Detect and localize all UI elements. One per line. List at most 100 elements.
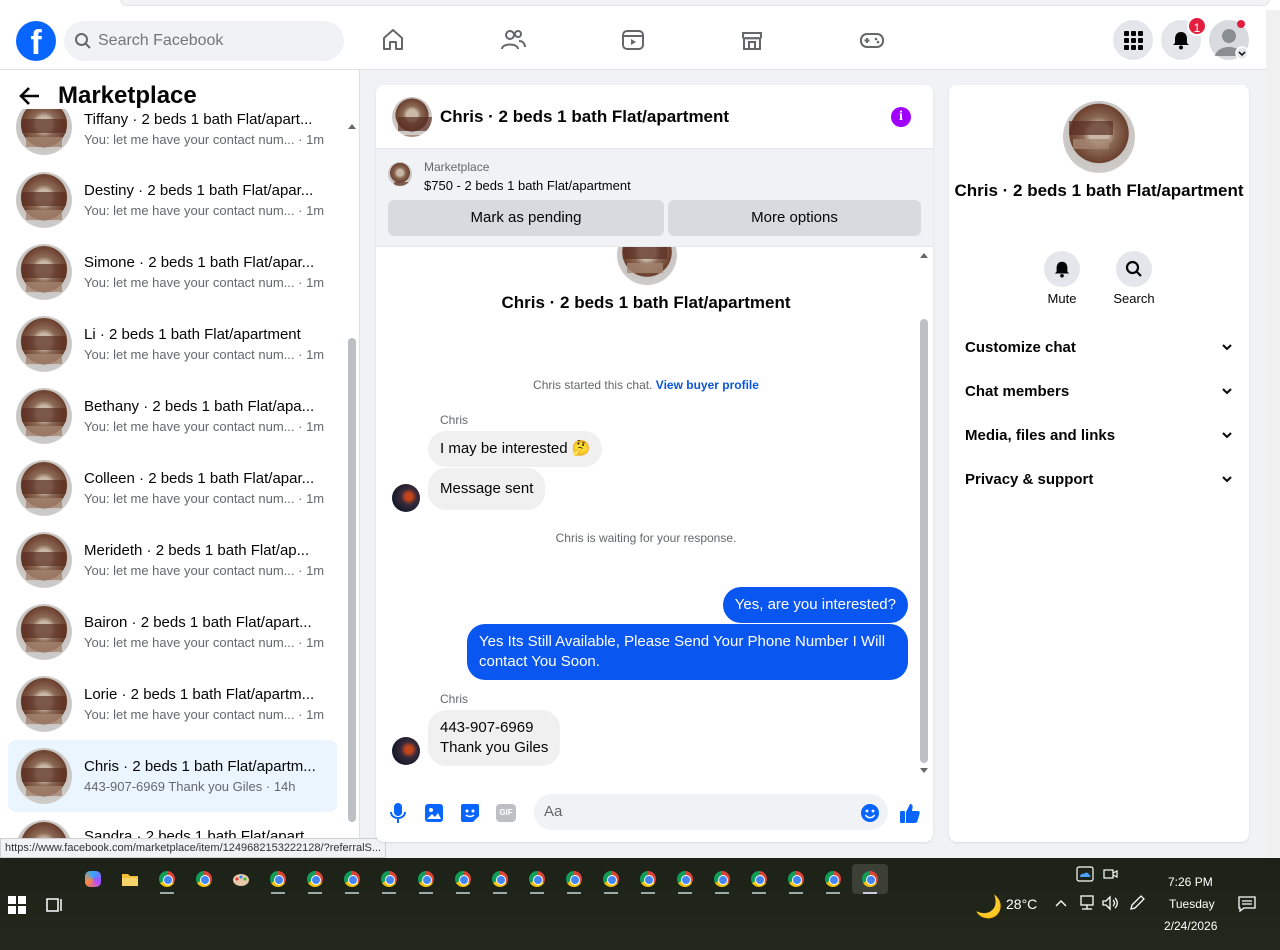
message-input[interactable]: Aa — [534, 794, 888, 830]
chrome-icon[interactable] — [485, 864, 515, 894]
clock-time[interactable]: 7:26 PM — [1168, 875, 1213, 889]
chrome-icon[interactable] — [744, 864, 774, 894]
conversation-item[interactable]: Merideth · 2 beds 1 bath Flat/ap... You: … — [8, 524, 337, 596]
moon-weather-icon[interactable]: 🌙 — [975, 894, 1002, 920]
gif-icon[interactable]: GIF — [494, 801, 518, 825]
sender-avatar[interactable] — [392, 737, 420, 765]
address-bar[interactable] — [120, 0, 1270, 6]
marketplace-icon[interactable] — [738, 26, 766, 54]
facebook-logo-icon[interactable]: f — [16, 21, 56, 61]
back-arrow-icon[interactable] — [18, 84, 42, 108]
chrome-icon[interactable] — [596, 864, 626, 894]
chrome-icon-active[interactable] — [852, 864, 888, 894]
chat-scrollbar[interactable] — [919, 253, 929, 775]
chrome-icon[interactable] — [633, 864, 663, 894]
conversation-item[interactable]: Lorie · 2 beds 1 bath Flat/apartm... You:… — [8, 668, 337, 740]
incoming-message[interactable]: I may be interested 🤔 — [428, 431, 603, 467]
conversation-item[interactable]: Destiny · 2 beds 1 bath Flat/apar... You:… — [8, 164, 337, 236]
search-input[interactable] — [98, 32, 318, 50]
copilot-icon[interactable] — [78, 864, 108, 894]
clock-date[interactable]: 2/24/2026 — [1164, 919, 1217, 933]
network-icon[interactable] — [1078, 895, 1096, 911]
sticker-icon[interactable] — [458, 801, 482, 825]
emoji-icon[interactable] — [858, 801, 882, 825]
pen-icon[interactable] — [1128, 895, 1146, 911]
view-buyer-profile-link[interactable]: View buyer profile — [656, 378, 759, 392]
outgoing-message[interactable]: Yes, are you interested? — [722, 587, 908, 623]
photo-icon[interactable] — [422, 801, 446, 825]
task-view-icon[interactable] — [45, 896, 63, 914]
chrome-icon[interactable] — [263, 864, 293, 894]
privacy-support-section[interactable]: Privacy & support — [965, 467, 1233, 491]
scroll-up-icon[interactable] — [919, 251, 929, 259]
watch-icon[interactable] — [619, 26, 647, 54]
search-chat-button[interactable] — [1116, 251, 1152, 287]
incoming-message[interactable]: Message sent — [428, 468, 546, 510]
waiting-text: Chris is waiting for your response. — [555, 531, 737, 545]
windows-start-icon[interactable] — [8, 896, 26, 914]
conversation-item[interactable]: Bethany · 2 beds 1 bath Flat/apa... You: … — [8, 380, 337, 452]
notifications-button[interactable]: 1 — [1161, 16, 1207, 60]
scroll-up-icon[interactable] — [347, 122, 357, 130]
conversation-name: Simone · 2 beds 1 bath Flat/apar... — [84, 254, 315, 271]
listing-thumbnail[interactable] — [1063, 101, 1135, 173]
chrome-icon[interactable] — [411, 864, 441, 894]
mark-pending-button[interactable]: Mark as pending — [388, 200, 664, 236]
chrome-icon[interactable] — [670, 864, 700, 894]
microphone-icon[interactable] — [386, 801, 410, 825]
weather-temp[interactable]: 28°C — [1006, 896, 1037, 912]
more-options-button[interactable]: More options — [668, 200, 921, 236]
chrome-icon[interactable] — [152, 864, 182, 894]
search-box[interactable] — [64, 21, 344, 61]
inbox-scrollbar[interactable] — [347, 120, 357, 822]
menu-grid-icon[interactable] — [1113, 20, 1153, 60]
conversation-name: Bairon · 2 beds 1 bath Flat/apart... — [84, 614, 312, 631]
conversation-item[interactable]: Colleen · 2 beds 1 bath Flat/apar... You:… — [8, 452, 337, 524]
chat-header: Chris · 2 beds 1 bath Flat/apartment i — [376, 85, 933, 149]
link-status-bar: https://www.facebook.com/marketplace/ite… — [0, 838, 387, 858]
conversation-item-active[interactable]: Chris · 2 beds 1 bath Flat/apartm... 443-… — [8, 740, 337, 812]
home-icon[interactable] — [379, 26, 407, 54]
outgoing-message[interactable]: Yes Its Still Available, Please Send You… — [467, 624, 908, 680]
listing-title[interactable]: $750 - 2 beds 1 bath Flat/apartment — [424, 178, 631, 193]
notification-center-icon[interactable] — [1238, 896, 1256, 912]
conversation-item[interactable]: Simone · 2 beds 1 bath Flat/apar... You: … — [8, 236, 337, 308]
chevron-up-icon[interactable] — [1055, 899, 1067, 907]
conversation-item[interactable]: Li · 2 beds 1 bath Flat/apartment You: le… — [8, 308, 337, 380]
paint-icon[interactable] — [226, 864, 256, 894]
listing-thumbnail[interactable] — [392, 96, 432, 137]
chrome-icon[interactable] — [448, 864, 478, 894]
clock-day[interactable]: Tuesday — [1169, 897, 1215, 911]
scroll-down-icon[interactable] — [919, 767, 929, 775]
gaming-icon[interactable] — [858, 26, 886, 54]
mute-button[interactable] — [1044, 251, 1080, 287]
chrome-icon[interactable] — [189, 864, 219, 894]
sender-avatar[interactable] — [392, 484, 420, 512]
scrollbar-thumb[interactable] — [348, 338, 356, 822]
file-explorer-icon[interactable] — [115, 864, 145, 894]
info-icon[interactable]: i — [891, 107, 911, 127]
chrome-icon[interactable] — [781, 864, 811, 894]
like-icon[interactable] — [898, 801, 922, 825]
media-files-section[interactable]: Media, files and links — [965, 423, 1233, 447]
friends-icon[interactable] — [499, 26, 527, 54]
chrome-icon[interactable] — [707, 864, 737, 894]
onedrive-icon[interactable] — [1076, 866, 1094, 882]
chrome-icon[interactable] — [818, 864, 848, 894]
incoming-message[interactable]: 443-907-6969 Thank you Giles — [428, 710, 561, 766]
chat-members-section[interactable]: Chat members — [965, 379, 1233, 403]
conversation-item[interactable]: Bairon · 2 beds 1 bath Flat/apart... You:… — [8, 596, 337, 668]
chrome-icon[interactable] — [522, 864, 552, 894]
chat-title[interactable]: Chris · 2 beds 1 bath Flat/apartment — [440, 107, 729, 127]
chrome-icon[interactable] — [300, 864, 330, 894]
account-avatar[interactable] — [1209, 20, 1249, 60]
customize-chat-section[interactable]: Customize chat — [965, 335, 1233, 359]
page-scrollbar[interactable] — [1266, 10, 1280, 858]
chrome-icon[interactable] — [559, 864, 589, 894]
chrome-icon[interactable] — [374, 864, 404, 894]
listing-thumbnail — [16, 388, 72, 444]
meet-now-icon[interactable] — [1102, 866, 1118, 882]
scrollbar-thumb[interactable] — [920, 319, 928, 763]
chrome-icon[interactable] — [337, 864, 367, 894]
volume-icon[interactable] — [1101, 895, 1119, 911]
